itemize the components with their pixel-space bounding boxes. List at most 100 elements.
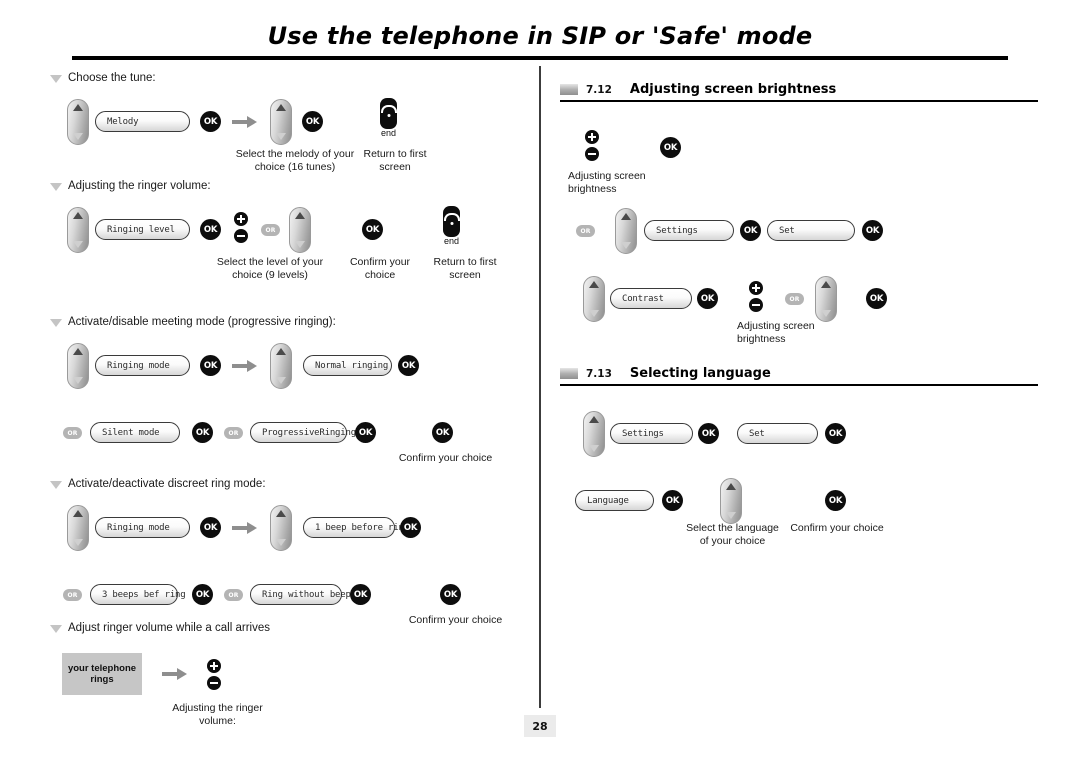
section-adjust-while-ringing: Adjust ringer volume while a call arrive…: [50, 621, 500, 727]
ok-button[interactable]: OK: [398, 355, 419, 376]
ok-button[interactable]: OK: [200, 111, 221, 132]
nav-key-contrast-level[interactable]: [815, 276, 837, 322]
ok-button[interactable]: OK: [362, 219, 383, 240]
triangle-bullet-icon: [50, 75, 62, 83]
pill-ringing-mode[interactable]: Ringing mode: [95, 517, 190, 538]
nav-key-settings[interactable]: [583, 411, 605, 457]
ok-button[interactable]: OK: [350, 584, 371, 605]
pill-set[interactable]: Set: [767, 220, 855, 241]
plus-icon[interactable]: [749, 281, 763, 295]
brightness-plus-minus[interactable]: [585, 130, 599, 161]
ok-button[interactable]: OK: [200, 355, 221, 376]
title-rule: [72, 56, 1008, 60]
triangle-bullet-icon: [50, 319, 62, 327]
ok-button[interactable]: OK: [825, 423, 846, 444]
nav-down-icon: [73, 241, 83, 248]
caption-confirm-choice: Confirm your choice: [398, 452, 493, 464]
ok-button[interactable]: OK: [660, 137, 681, 158]
end-key[interactable]: end: [380, 98, 397, 138]
minus-icon[interactable]: [234, 229, 248, 243]
nav-key-language-select[interactable]: [720, 478, 742, 524]
nav-key-ringing-level[interactable]: [67, 207, 89, 253]
section-tab-icon: [560, 84, 578, 95]
or-badge: OR: [224, 427, 243, 439]
section-heading-adjust-while-ringing: Adjust ringer volume while a call arrive…: [50, 621, 500, 636]
nav-key-contrast[interactable]: [583, 276, 605, 322]
caption-confirm-choice: Confirm your choice: [349, 256, 411, 282]
brightness-plus-minus[interactable]: [749, 281, 763, 312]
end-key[interactable]: end: [443, 206, 460, 246]
or-badge: OR: [63, 427, 82, 439]
ok-button[interactable]: OK: [862, 220, 883, 241]
pill-ringing-level[interactable]: Ringing level: [95, 219, 190, 240]
section-rule: [560, 384, 1038, 386]
section-7-13: 7.13 Selecting language Settings OK Set …: [560, 366, 1038, 547]
ok-button[interactable]: OK: [355, 422, 376, 443]
heading-text: Adjusting the ringer volume:: [68, 180, 211, 192]
ok-button[interactable]: OK: [200, 219, 221, 240]
pill-three-beeps-before-ring[interactable]: 3 beeps bef ring: [90, 584, 186, 605]
pill-set[interactable]: Set: [737, 423, 818, 444]
handset-dot-icon: [387, 114, 390, 117]
nav-up-icon: [276, 510, 286, 517]
pill-language[interactable]: Language: [575, 490, 654, 511]
nav-key-melody[interactable]: [67, 99, 89, 145]
section-header-brightness: 7.12 Adjusting screen brightness: [560, 82, 1038, 97]
minus-icon[interactable]: [585, 147, 599, 161]
triangle-bullet-icon: [50, 625, 62, 633]
ok-button[interactable]: OK: [192, 584, 213, 605]
arrow-icon: [232, 522, 258, 534]
ok-button-confirm[interactable]: OK: [440, 584, 461, 605]
caption-adjusting-screen-brightness: Adjusting screen brightness: [568, 170, 646, 196]
caption-adjusting-screen-brightness: Adjusting screen brightness: [737, 320, 815, 346]
nav-key-ringing-mode[interactable]: [67, 505, 89, 551]
nav-key-mode-select[interactable]: [270, 343, 292, 389]
section-number: 7.13: [586, 367, 612, 380]
nav-key-ringing-mode[interactable]: [67, 343, 89, 389]
plus-icon[interactable]: [207, 659, 221, 673]
ok-button[interactable]: OK: [662, 490, 683, 511]
minus-icon[interactable]: [749, 298, 763, 312]
triangle-bullet-icon: [50, 481, 62, 489]
pill-melody[interactable]: Melody: [95, 111, 190, 132]
pill-settings[interactable]: Settings: [644, 220, 734, 241]
nav-key-settings[interactable]: [615, 208, 637, 254]
ok-button[interactable]: OK: [400, 517, 421, 538]
ok-button[interactable]: OK: [200, 517, 221, 538]
ok-button[interactable]: OK: [697, 288, 718, 309]
nav-up-icon: [821, 281, 831, 288]
section-ringer-volume: Adjusting the ringer volume: Ringing lev…: [50, 179, 500, 281]
ok-button[interactable]: OK: [866, 288, 887, 309]
page-number: 28: [524, 715, 556, 737]
pill-progressive-ringing[interactable]: ProgressiveRinging: [250, 422, 356, 443]
ok-button-confirm[interactable]: OK: [432, 422, 453, 443]
pill-ring-without-beep[interactable]: Ring without beep: [250, 584, 351, 605]
arrow-icon: [232, 360, 258, 372]
pill-settings[interactable]: Settings: [610, 423, 693, 444]
section-header-language: 7.13 Selecting language: [560, 366, 1038, 381]
nav-key-level[interactable]: [289, 207, 311, 253]
nav-key-beep-select[interactable]: [270, 505, 292, 551]
nav-up-icon: [589, 281, 599, 288]
ok-button[interactable]: OK: [192, 422, 213, 443]
plus-icon[interactable]: [234, 212, 248, 226]
pill-silent-mode[interactable]: Silent mode: [90, 422, 180, 443]
nav-up-icon: [73, 510, 83, 517]
pill-one-beep-before-ring[interactable]: 1 beep before ring: [303, 517, 409, 538]
ok-button[interactable]: OK: [698, 423, 719, 444]
ok-button[interactable]: OK: [302, 111, 323, 132]
volume-plus-minus[interactable]: [207, 659, 221, 690]
pill-contrast[interactable]: Contrast: [610, 288, 692, 309]
minus-icon[interactable]: [207, 676, 221, 690]
volume-plus-minus[interactable]: [234, 212, 248, 243]
arrow-icon: [162, 668, 188, 680]
section-tab-icon: [560, 368, 578, 379]
ok-button[interactable]: OK: [825, 490, 846, 511]
nav-down-icon: [276, 539, 286, 546]
plus-icon[interactable]: [585, 130, 599, 144]
pill-normal-ringing[interactable]: Normal ringing: [303, 355, 392, 376]
nav-key-select-melody[interactable]: [270, 99, 292, 145]
ok-button[interactable]: OK: [740, 220, 761, 241]
pill-ringing-mode[interactable]: Ringing mode: [95, 355, 190, 376]
column-divider: [539, 66, 541, 708]
